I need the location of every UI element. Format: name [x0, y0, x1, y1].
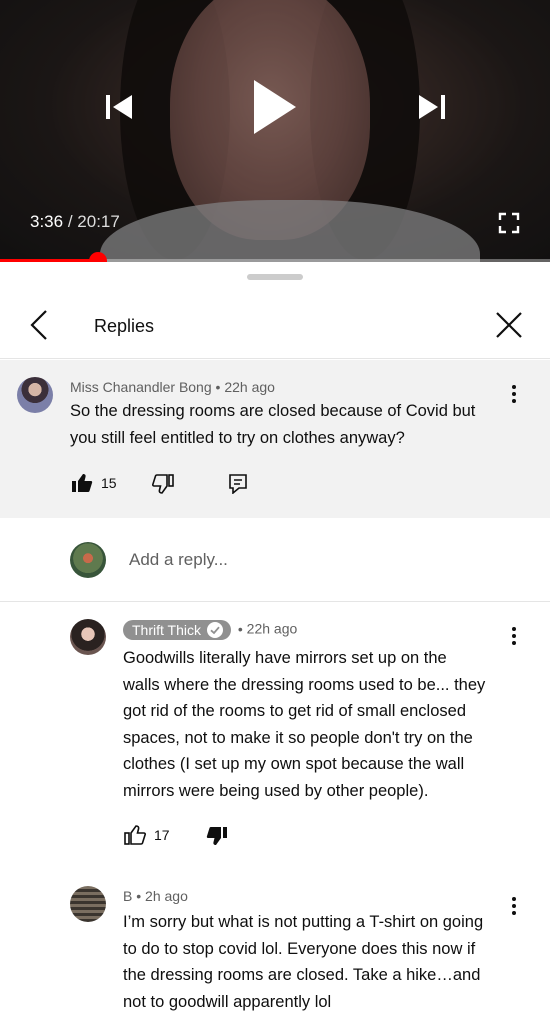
comment-line: got rid of the rooms to get rid of small…	[123, 702, 467, 720]
comment-line: So the dressing rooms are closed because…	[70, 402, 476, 420]
previous-icon[interactable]	[104, 92, 134, 127]
page-title: Replies	[94, 316, 155, 336]
comment-text: So the dressing rooms are closed because…	[70, 398, 475, 451]
comment-line: I’m sorry but what is not putting a T-sh…	[123, 913, 484, 931]
more-options-icon[interactable]	[504, 624, 524, 648]
avatar[interactable]	[70, 619, 106, 655]
thumbs-up-icon	[124, 825, 146, 845]
meta-dot: •	[215, 379, 221, 395]
parent-comment: Miss Chanandler Bong • 22h ago So the dr…	[0, 360, 550, 518]
comment-line: to do to stop covid lol. Everyone does t…	[123, 939, 476, 958]
comment-author[interactable]: B	[123, 888, 132, 904]
close-icon[interactable]	[494, 310, 524, 345]
meta-dot: •	[237, 620, 243, 637]
comment-meta: Miss Chanandler Bong • 22h ago	[70, 379, 275, 395]
fullscreen-icon[interactable]	[498, 212, 520, 239]
meta-dot: •	[136, 888, 142, 904]
avatar[interactable]	[17, 377, 53, 413]
author-badge[interactable]: Thrift Thick	[123, 620, 231, 640]
thumbs-down-icon	[152, 474, 174, 494]
comment-age: 2h ago	[145, 888, 188, 904]
replies-sheet: Replies Miss Chanandler Bong • 22h ago S…	[0, 262, 550, 1024]
video-player[interactable]: 3:36 / 20:17	[0, 0, 550, 262]
back-arrow-icon[interactable]	[28, 308, 50, 347]
comment-meta: B • 2h ago	[123, 888, 188, 904]
reply-button[interactable]	[229, 474, 247, 494]
reply-divider	[0, 601, 550, 602]
comment-line: spaces, not to make it so people don't t…	[123, 728, 473, 747]
add-reply-row[interactable]: Add a reply...	[0, 518, 550, 602]
comment-line: not to goodwill apparently lol	[123, 992, 332, 1011]
comment-line: walls where the dressing rooms used to b…	[123, 675, 486, 694]
duration: 20:17	[77, 212, 120, 231]
avatar	[70, 542, 106, 578]
add-reply-input[interactable]: Add a reply...	[129, 550, 228, 570]
comment-author[interactable]: Miss Chanandler Bong	[70, 379, 212, 395]
comment-text: I’m sorry but what is not putting a T-sh…	[123, 909, 483, 1015]
like-button[interactable]: 17	[124, 825, 170, 845]
thumbs-down-filled-icon	[206, 827, 227, 845]
time-separator: /	[67, 212, 73, 231]
comment-age: 22h ago	[246, 620, 298, 637]
comment-line: the dressing rooms are closed. Take a hi…	[123, 966, 481, 984]
scrub-handle[interactable]	[88, 252, 107, 262]
more-options-icon[interactable]	[504, 382, 524, 406]
play-icon[interactable]	[252, 78, 298, 141]
drag-handle[interactable]	[247, 274, 303, 280]
dislike-button[interactable]	[206, 826, 228, 846]
comment-text: Goodwills literally have mirrors set up …	[123, 645, 485, 804]
replies-header: Replies	[0, 292, 550, 358]
more-options-icon[interactable]	[504, 894, 524, 918]
comment-meta: Thrift Thick • 22h ago	[123, 620, 297, 640]
next-icon[interactable]	[417, 92, 447, 127]
comment-line: mirrors were being used by other people)…	[123, 781, 429, 800]
like-count: 15	[101, 475, 117, 491]
like-button[interactable]: 15	[71, 473, 117, 493]
comment-line: clothes (I set up my own spot because th…	[123, 755, 465, 773]
comment-author: Thrift Thick	[132, 622, 201, 638]
verified-check-icon	[206, 622, 223, 638]
header-divider	[0, 358, 550, 359]
comment-line: Goodwills literally have mirrors set up …	[123, 649, 447, 667]
current-time: 3:36	[30, 212, 64, 231]
dislike-button[interactable]	[152, 474, 174, 494]
comment-line: you still feel entitled to try on clothe…	[70, 428, 405, 447]
comment-age: 22h ago	[224, 379, 275, 395]
reply-icon	[229, 474, 247, 494]
like-count: 17	[154, 827, 170, 843]
thumbs-up-filled-icon	[72, 474, 93, 492]
avatar[interactable]	[70, 886, 106, 922]
time-display: 3:36 / 20:17	[30, 212, 120, 232]
